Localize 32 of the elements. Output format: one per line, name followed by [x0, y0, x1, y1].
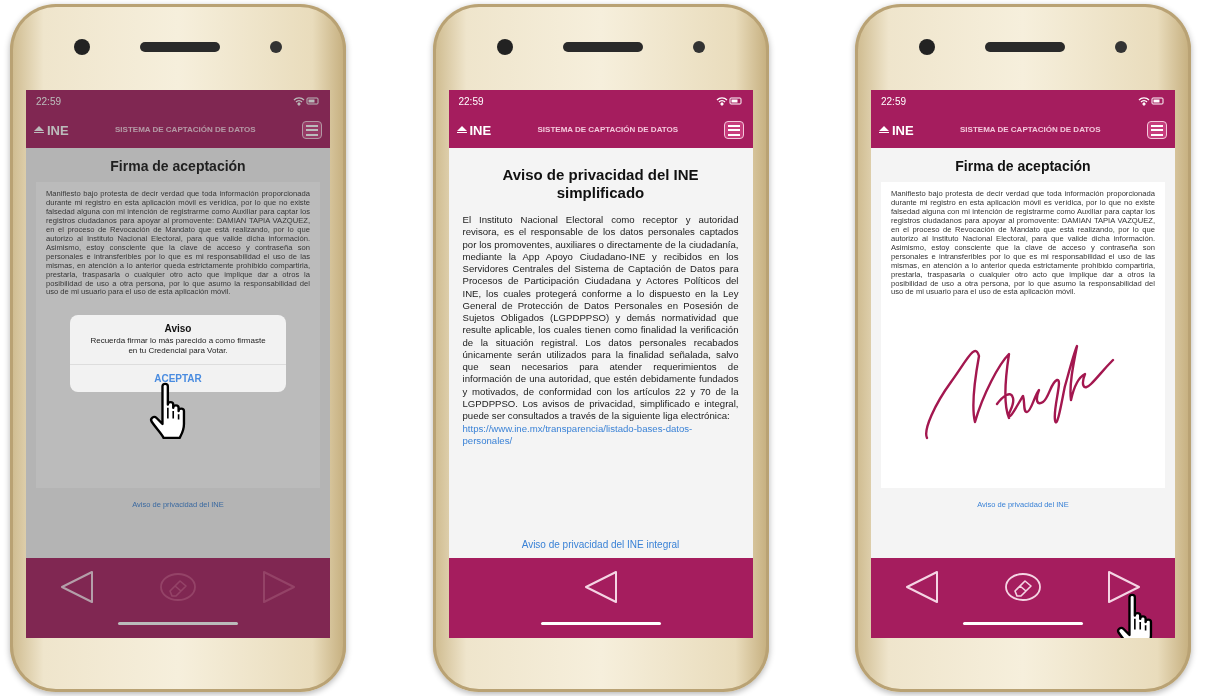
privacy-text: El Instituto Nacional Electoral como receptor y autoridad revisora, es el responsable de los datos personales captados por los promoventes, auxiliares o directamente de la ciudadanía, mediante la App Apoyo Ciudadano-INE y recibidos en los Servidores Centrales del Sistema de Captación de Datos para Procesos de Participación Ciudadana y Actores Políticos del INE, los cuales protegerá conforme a lo dispuesto en la Ley General de Protección de Datos Personales en Posesión de Sujetos Obligados (LGPDPPSO) y demás normatividad que resulte aplicable, los cuales tienen como finalidad la verificación de la situación registral. Los datos personales recabados únicamente serán utilizados para la finalidad señalada, salvo que sean necesarios para atender requerimientos de información de una autoridad, que estén debidamente fundados y motivados, de conformidad con los artículos 22 y 70 de la LGPDPPSO. Los avisos de privacidad, simplificado e integral, puede ser consultados a través de la siguiente liga electrónica: https://www.ine.mx/transparencia/listado-bases-datos-personales/ [462, 214, 739, 448]
screen-title: Firma de aceptación [110, 158, 246, 174]
logo-text: INE [47, 122, 69, 138]
dialog-message: Recuerda firmar lo más parecido a como firmaste en tu Credencial para Votar. [89, 335, 267, 357]
status-time: 22:59 [36, 95, 62, 107]
camera-dot [74, 39, 90, 55]
wifi-battery-icon [1137, 96, 1165, 106]
wifi-battery-icon [292, 96, 320, 106]
sensor-dot [1115, 41, 1127, 53]
diamond-icon [879, 125, 889, 135]
menu-button[interactable] [302, 121, 322, 139]
screen-title: Aviso de privacidad del INE simplificado [501, 166, 700, 202]
screen-title: Firma de aceptación [955, 158, 1091, 174]
url-link[interactable]: https://www.ine.mx/transparencia/listado-bases-datos-personales/ [462, 422, 739, 448]
camera-dot [919, 39, 935, 55]
diamond-icon [34, 125, 44, 135]
camera-dot [496, 39, 513, 55]
sensor-dot [692, 41, 705, 53]
logo-text: INE [892, 122, 914, 138]
status-time: 22:59 [458, 95, 484, 107]
menu-button[interactable] [1147, 121, 1167, 139]
menu-button[interactable] [724, 121, 745, 139]
privacy-link[interactable]: Aviso de privacidad del INE integral [521, 539, 680, 550]
logo-text: INE [469, 122, 492, 138]
status-time: 22:59 [881, 95, 907, 107]
header-title: SISTEMA DE CAPTACIÓN DE DATOS [536, 125, 680, 135]
diamond-icon [456, 125, 467, 135]
header-title: SISTEMA DE CAPTACIÓN DE DATOS [959, 125, 1102, 135]
header-title: SISTEMA DE CAPTACIÓN DE DATOS [114, 125, 257, 135]
dialog-title: Aviso [164, 323, 192, 334]
wifi-battery-icon [714, 96, 743, 106]
sensor-dot [270, 41, 282, 53]
